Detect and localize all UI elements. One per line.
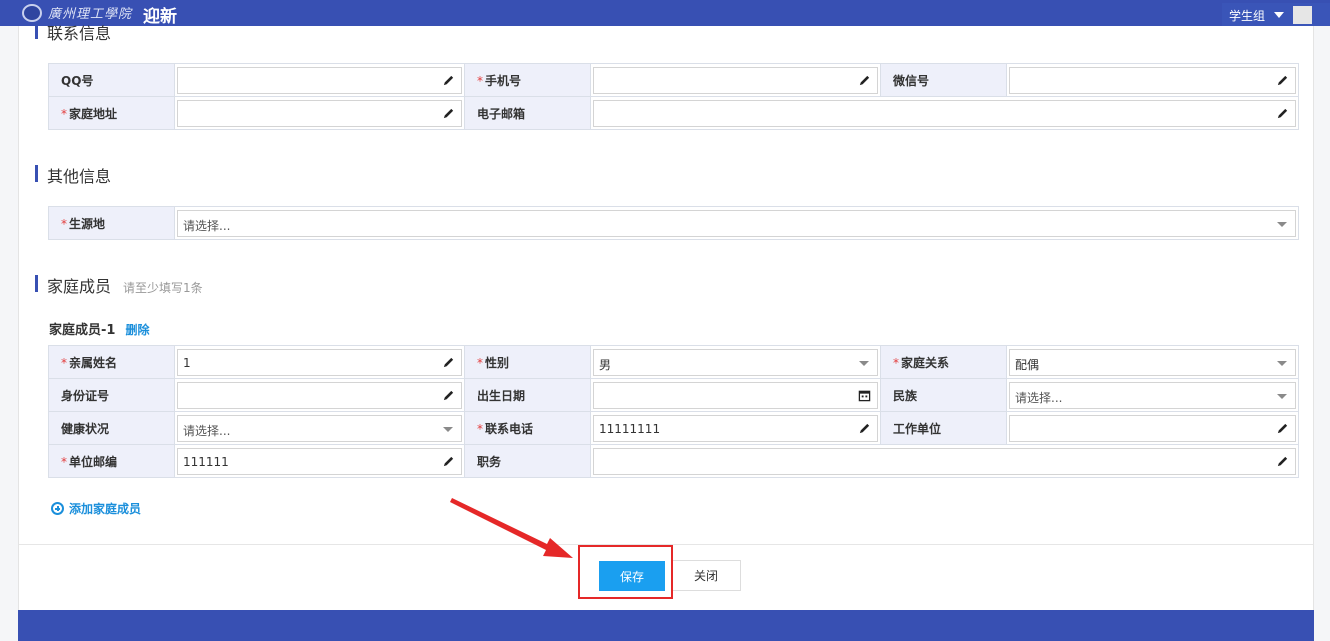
pencil-icon[interactable]	[1276, 107, 1289, 120]
contact-phone-input[interactable]: 11111111	[593, 414, 878, 442]
pencil-icon[interactable]	[442, 107, 455, 120]
gender-label: * 性别	[464, 345, 591, 379]
caret-down-icon[interactable]	[1274, 12, 1284, 18]
annotation-highlight-box	[578, 545, 673, 599]
id-number-label: 身份证号	[48, 378, 175, 412]
ethnic-label: 民族	[880, 378, 1007, 412]
family-hint: 请至少填写1条	[123, 281, 203, 295]
caret-down-icon[interactable]	[859, 360, 869, 366]
phone-input[interactable]	[593, 66, 878, 94]
pencil-icon[interactable]	[442, 356, 455, 369]
contact-phone-label: * 联系电话	[464, 411, 591, 445]
delete-member-link[interactable]: 删除	[125, 323, 149, 337]
workplace-label: 工作单位	[880, 411, 1007, 445]
qq-input[interactable]	[177, 66, 462, 94]
close-button[interactable]: 关闭	[671, 560, 741, 591]
birth-date-label: 出生日期	[464, 378, 591, 412]
birth-date-input[interactable]	[593, 381, 878, 409]
caret-down-icon[interactable]	[1277, 221, 1287, 227]
ethnic-select[interactable]: 请选择...	[1009, 381, 1296, 409]
position-input[interactable]	[593, 447, 1296, 475]
origin-select[interactable]: 请选择...	[177, 209, 1296, 237]
calendar-icon[interactable]	[858, 389, 871, 402]
email-label: 电子邮箱	[464, 96, 591, 130]
user-role-label: 学生组	[1229, 9, 1266, 23]
pencil-icon[interactable]	[858, 422, 871, 435]
caret-down-icon[interactable]	[1277, 393, 1287, 399]
section-title-other: 其他信息	[35, 163, 111, 187]
phone-label: * 手机号	[464, 63, 591, 97]
address-input[interactable]	[177, 99, 462, 127]
bottom-bar	[18, 610, 1314, 641]
caret-down-icon[interactable]	[1277, 360, 1287, 366]
address-label: * 家庭地址	[48, 96, 175, 130]
postcode-input[interactable]: 111111	[177, 447, 462, 475]
relation-label: * 家庭关系	[880, 345, 1007, 379]
pencil-icon[interactable]	[442, 455, 455, 468]
top-navbar: 廣州理工學院 迎新 学生组	[0, 0, 1330, 27]
gender-select[interactable]: 男	[593, 348, 878, 376]
pencil-icon[interactable]	[442, 389, 455, 402]
family-form-table: * 亲属姓名 1 * 性别 男 * 家庭关系 配偶 身份证号 出生日期 民族 请选择.…	[48, 345, 1299, 478]
member-title: 家庭成员-1 删除	[49, 323, 150, 338]
wechat-label: 微信号	[880, 63, 1007, 97]
contact-form-table: QQ号 * 手机号 微信号 * 家庭地址 电子邮箱	[48, 63, 1299, 130]
health-select[interactable]: 请选择...	[177, 414, 462, 442]
pencil-icon[interactable]	[1276, 422, 1289, 435]
id-number-input[interactable]	[177, 381, 462, 409]
pencil-icon[interactable]	[858, 74, 871, 87]
relative-name-input[interactable]: 1	[177, 348, 462, 376]
plus-circle-icon[interactable]	[51, 502, 64, 515]
postcode-label: * 单位邮编	[48, 444, 175, 478]
email-input[interactable]	[593, 99, 1296, 127]
health-label: 健康状况	[48, 411, 175, 445]
user-menu[interactable]: 学生组	[1222, 3, 1330, 26]
position-label: 职务	[464, 444, 591, 478]
app-title: 迎新	[143, 7, 177, 27]
pencil-icon[interactable]	[1276, 455, 1289, 468]
section-title-contact: 联系信息	[35, 20, 111, 44]
relation-select[interactable]: 配偶	[1009, 348, 1296, 376]
relative-name-label: * 亲属姓名	[48, 345, 175, 379]
wechat-input[interactable]	[1009, 66, 1296, 94]
form-panel: 联系信息 QQ号 * 手机号 微信号 * 家庭地址 电子邮箱 其他信息 * 生源…	[18, 22, 1314, 610]
qq-label: QQ号	[48, 63, 175, 97]
workplace-input[interactable]	[1009, 414, 1296, 442]
other-form-table: * 生源地 请选择...	[48, 206, 1299, 240]
add-member-button[interactable]: 添加家庭成员	[51, 500, 141, 517]
pencil-icon[interactable]	[442, 74, 455, 87]
origin-label: * 生源地	[48, 206, 175, 240]
section-title-family: 家庭成员 请至少填写1条	[35, 273, 203, 297]
caret-down-icon[interactable]	[443, 426, 453, 432]
pencil-icon[interactable]	[1276, 74, 1289, 87]
avatar[interactable]	[1293, 6, 1312, 24]
